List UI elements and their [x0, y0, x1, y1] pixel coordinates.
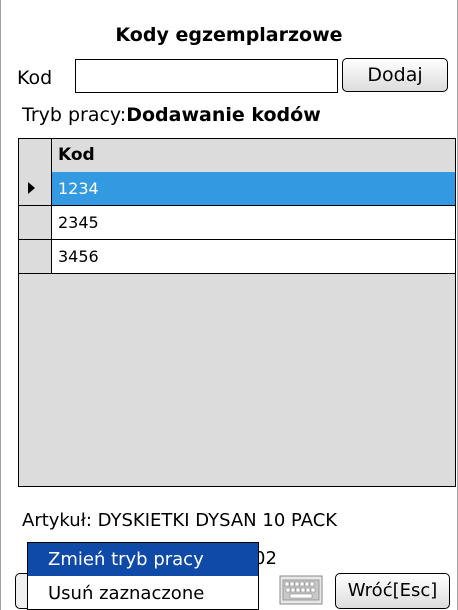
page-title: Kody egzemplarzowe [115, 24, 343, 46]
mode-row: Tryb pracy:Dodawanie kodów [22, 104, 321, 126]
row-header-cell[interactable] [19, 240, 52, 274]
row-header-cell[interactable] [19, 206, 52, 240]
table-row[interactable]: 2345 [19, 206, 455, 240]
row-header-cell[interactable] [19, 172, 52, 206]
table-row[interactable]: 3456 [19, 240, 455, 274]
back-button[interactable]: Wróć[Esc] [335, 573, 450, 609]
article-info: Artykuł: DYSKIETKI DYSAN 10 PACK [22, 510, 337, 531]
mode-label: Tryb pracy: [22, 104, 127, 126]
table-cell-code[interactable]: 2345 [52, 206, 455, 240]
table-cell-code[interactable]: 3456 [52, 240, 455, 274]
code-input[interactable] [75, 59, 338, 93]
grid-corner-cell [19, 139, 52, 172]
article-label: Artykuł: [22, 510, 92, 531]
add-button[interactable]: Dodaj [342, 58, 448, 92]
keyboard-icon[interactable] [278, 574, 324, 606]
column-header-code[interactable]: Kod [52, 139, 455, 172]
current-row-arrow-icon [28, 182, 35, 194]
table-cell-code[interactable]: 1234 [52, 172, 455, 206]
menu-item-delete-selected[interactable]: Usuń zaznaczone [28, 577, 258, 610]
article-name: DYSKIETKI DYSAN 10 PACK [97, 510, 338, 531]
grid-header: Kod [19, 139, 455, 172]
code-label: Kod [17, 67, 53, 89]
mode-value: Dodawanie kodów [126, 104, 321, 126]
table-row[interactable]: 1234 [19, 172, 455, 206]
codes-grid[interactable]: Kod 1234 2345 3456 [18, 138, 456, 487]
menu-item-change-mode[interactable]: Zmień tryb pracy [28, 543, 258, 576]
hidden-menu-button[interactable] [15, 573, 27, 609]
context-menu: Zmień tryb pracy Usuń zaznaczone [27, 542, 259, 610]
